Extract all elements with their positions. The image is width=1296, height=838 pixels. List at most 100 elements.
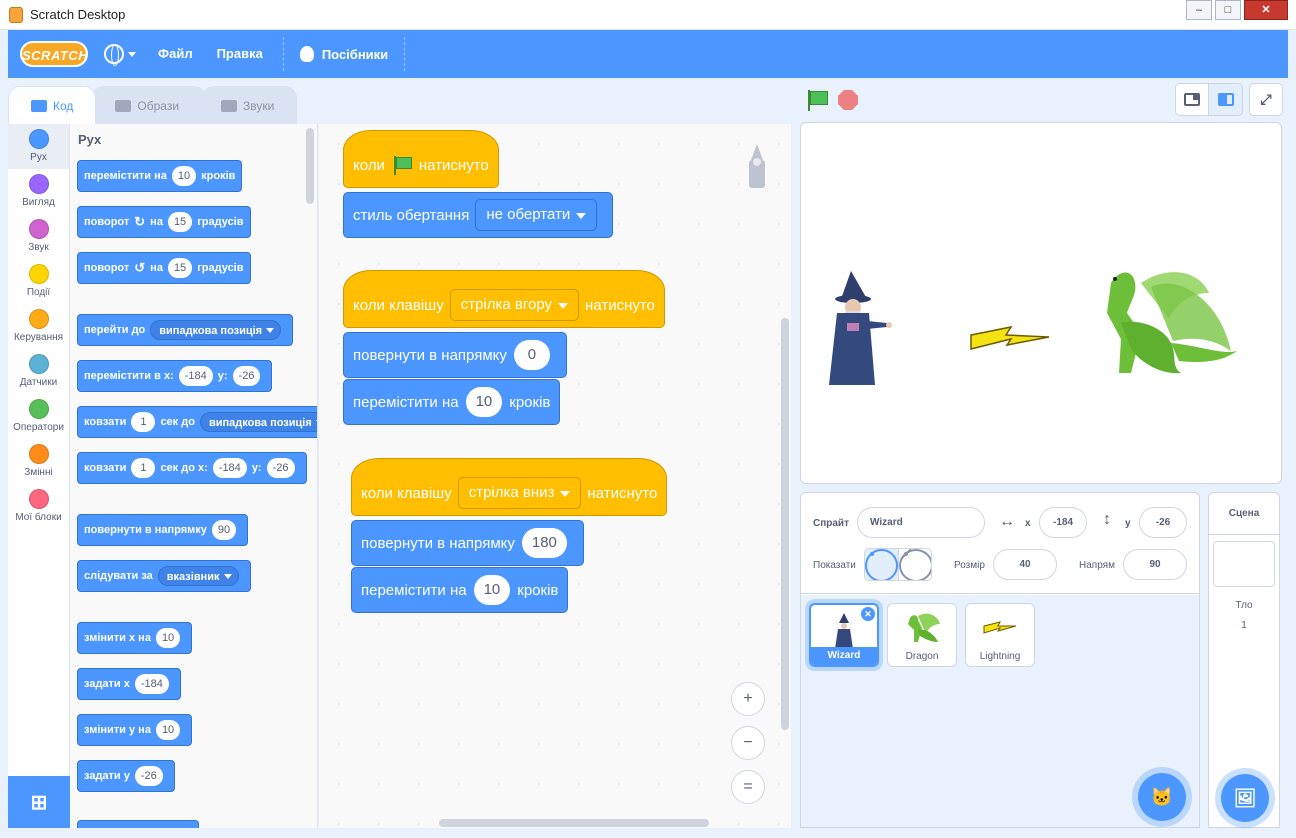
when-key-pressed-block[interactable]: коли клавішу стрілка вгору натиснуто xyxy=(343,270,665,328)
block-set-x[interactable]: задати x -184 xyxy=(77,668,181,700)
block-input[interactable]: -26 xyxy=(134,766,163,786)
block-partial[interactable] xyxy=(77,820,199,828)
block-change-y[interactable]: змінити y на 10 xyxy=(77,714,193,746)
zoom-reset-button[interactable]: = xyxy=(731,770,765,804)
zoom-out-button[interactable]: − xyxy=(731,726,765,760)
block-input[interactable]: 15 xyxy=(167,212,193,232)
x-position-field[interactable]: -184 xyxy=(1039,507,1087,538)
block-input[interactable]: 10 xyxy=(155,720,181,740)
hide-sprite-button[interactable] xyxy=(899,549,931,580)
category-operators[interactable]: Оператори xyxy=(8,394,69,439)
block-input[interactable]: 15 xyxy=(167,258,193,278)
wizard-sprite[interactable] xyxy=(829,271,892,385)
block-move-steps[interactable]: перемістити на 10 кроків xyxy=(77,160,243,192)
category-control[interactable]: Керування xyxy=(8,304,69,349)
block-input[interactable]: -26 xyxy=(266,458,295,478)
category-my-blocks[interactable]: Мої блоки xyxy=(8,484,69,529)
block-go-to-xy[interactable]: перемістити в x: -184 y: -26 xyxy=(77,360,273,392)
when-key-pressed-block[interactable]: коли клавішу стрілка вниз натиснуто xyxy=(351,458,668,516)
block-input[interactable]: -184 xyxy=(134,674,169,694)
script-horizontal-scrollbar[interactable] xyxy=(439,819,709,827)
x-label: x xyxy=(1025,518,1031,529)
category-sound[interactable]: Звук xyxy=(8,214,69,259)
block-glide-to-xy[interactable]: ковзати 1 сек до x: -184 y: -26 xyxy=(77,452,307,484)
block-turn-right[interactable]: поворот ↻ на 15 градусів xyxy=(77,206,251,238)
set-rotation-style-block[interactable]: стиль обертання не обертати xyxy=(343,192,614,238)
tutorials-button[interactable]: Посібники xyxy=(292,46,396,62)
sprite-thumb-dragon[interactable]: Dragon xyxy=(887,603,957,667)
stage-selector[interactable]: Сцена Тло 1 🖼 xyxy=(1208,492,1280,828)
block-input[interactable]: -26 xyxy=(232,366,261,386)
when-flag-clicked-block[interactable]: коли натиснуто xyxy=(343,130,499,188)
block-dropdown[interactable]: випадкова позиція xyxy=(150,320,282,340)
block-dropdown[interactable]: випадкова позиція xyxy=(199,412,317,432)
block-input[interactable]: 1 xyxy=(131,412,156,432)
y-position-field[interactable]: -26 xyxy=(1139,507,1187,538)
show-sprite-button[interactable] xyxy=(865,549,899,580)
block-point-towards[interactable]: слідувати за вказівник xyxy=(77,560,251,592)
move-steps-block[interactable]: перемістити на 10 кроків xyxy=(343,379,561,425)
size-field[interactable]: 40 xyxy=(993,549,1057,580)
block-text: змінити y на xyxy=(84,724,151,736)
block-point-direction[interactable]: повернути в напрямку 90 xyxy=(77,514,249,546)
block-dropdown[interactable]: вказівник xyxy=(157,566,239,586)
palette-scrollbar[interactable] xyxy=(306,128,314,204)
add-sprite-button[interactable]: 🐱 xyxy=(1138,773,1186,821)
key-dropdown[interactable]: стрілка вгору xyxy=(449,289,580,321)
category-motion[interactable]: Рух xyxy=(8,124,69,169)
category-events[interactable]: Події xyxy=(8,259,69,304)
large-stage-button[interactable] xyxy=(1209,83,1243,116)
tab-code[interactable]: Код xyxy=(8,86,97,124)
sprite-thumb-lightning[interactable]: Lightning xyxy=(965,603,1035,667)
sprite-thumb-wizard[interactable]: ✕ Wizard xyxy=(809,603,879,667)
steps-input[interactable]: 10 xyxy=(473,575,511,605)
direction-input[interactable]: 0 xyxy=(513,340,550,370)
small-stage-button[interactable] xyxy=(1175,83,1209,116)
category-sensing[interactable]: Датчики xyxy=(8,349,69,394)
add-extension-button[interactable]: ⊞ xyxy=(8,776,70,828)
direction-field[interactable]: 90 xyxy=(1123,549,1187,580)
maximize-button[interactable]: □ xyxy=(1215,0,1241,20)
minimize-button[interactable]: ‒ xyxy=(1186,0,1212,20)
backdrop-thumbnail[interactable] xyxy=(1213,541,1275,587)
block-change-x[interactable]: змінити x на 10 xyxy=(77,622,193,654)
point-in-direction-block[interactable]: повернути в напрямку 180 xyxy=(351,520,584,566)
category-variables[interactable]: Змінні xyxy=(8,439,69,484)
category-looks[interactable]: Вигляд xyxy=(8,169,69,214)
stage[interactable] xyxy=(800,122,1282,484)
block-glide-to[interactable]: ковзати 1 сек до випадкова позиція xyxy=(77,406,317,438)
point-in-direction-block[interactable]: повернути в напрямку 0 xyxy=(343,332,567,378)
add-backdrop-button[interactable]: 🖼 xyxy=(1221,774,1269,822)
edit-menu[interactable]: Правка xyxy=(205,30,275,78)
steps-input[interactable]: 10 xyxy=(465,387,503,417)
stop-button[interactable] xyxy=(838,90,858,110)
fullscreen-button[interactable]: ⤢ xyxy=(1249,83,1283,116)
block-input[interactable]: 1 xyxy=(131,458,156,478)
move-steps-block[interactable]: перемістити на 10 кроків xyxy=(351,567,569,613)
key-dropdown[interactable]: стрілка вниз xyxy=(457,477,582,509)
block-set-y[interactable]: задати y -26 xyxy=(77,760,175,792)
sprite-name-field[interactable]: Wizard xyxy=(857,507,985,538)
block-input[interactable]: 10 xyxy=(171,166,197,186)
file-menu[interactable]: Файл xyxy=(146,30,205,78)
block-turn-left[interactable]: поворот ↺ на 15 градусів xyxy=(77,252,251,284)
script-vertical-scrollbar[interactable] xyxy=(781,318,789,730)
zoom-in-button[interactable]: + xyxy=(731,682,765,716)
delete-sprite-icon[interactable]: ✕ xyxy=(861,607,875,621)
block-input[interactable]: 90 xyxy=(211,520,237,540)
language-menu[interactable] xyxy=(104,44,136,66)
block-input[interactable]: 10 xyxy=(155,628,181,648)
script-area[interactable]: коли натиснуто стиль обертання не оберта… xyxy=(319,124,791,828)
lightning-sprite[interactable] xyxy=(970,325,1050,350)
block-input[interactable]: -184 xyxy=(178,366,213,386)
block-go-to[interactable]: перейти до випадкова позиція xyxy=(77,314,294,346)
green-flag-button[interactable] xyxy=(806,90,828,112)
tab-costumes[interactable]: Образи xyxy=(92,86,207,124)
tab-sounds[interactable]: Звуки xyxy=(202,86,298,124)
block-input[interactable]: -184 xyxy=(212,458,247,478)
direction-input[interactable]: 180 xyxy=(521,528,567,558)
scratch-logo[interactable]: SCRATCH xyxy=(20,41,88,67)
close-button[interactable]: ✕ xyxy=(1244,0,1288,20)
rotation-style-dropdown[interactable]: не обертати xyxy=(475,199,598,231)
dragon-sprite[interactable] xyxy=(1107,272,1237,374)
